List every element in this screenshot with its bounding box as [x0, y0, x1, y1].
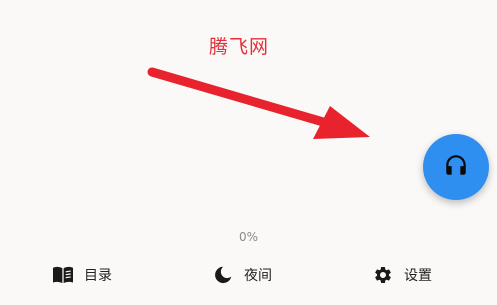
audio-play-button[interactable]: [423, 134, 489, 200]
toc-label: 目录: [84, 268, 112, 284]
toc-button[interactable]: 目录: [52, 259, 112, 291]
reading-progress: 0%: [238, 230, 259, 244]
gear-icon: [372, 264, 394, 286]
night-mode-button[interactable]: 夜间: [212, 259, 272, 291]
arrow-shaft: [147, 67, 335, 129]
settings-button[interactable]: 设置: [372, 259, 432, 291]
reader-page: 腾飞网 0% 目录 夜间 设置: [0, 0, 497, 305]
bottom-toolbar: 目录 夜间 设置: [0, 259, 497, 291]
headphones-icon: [443, 152, 469, 182]
night-mode-label: 夜间: [244, 268, 272, 284]
book-icon: [52, 264, 74, 286]
watermark-text: 腾飞网: [209, 36, 270, 58]
arrow-head: [313, 106, 370, 139]
moon-icon: [212, 264, 234, 286]
settings-label: 设置: [404, 268, 432, 284]
